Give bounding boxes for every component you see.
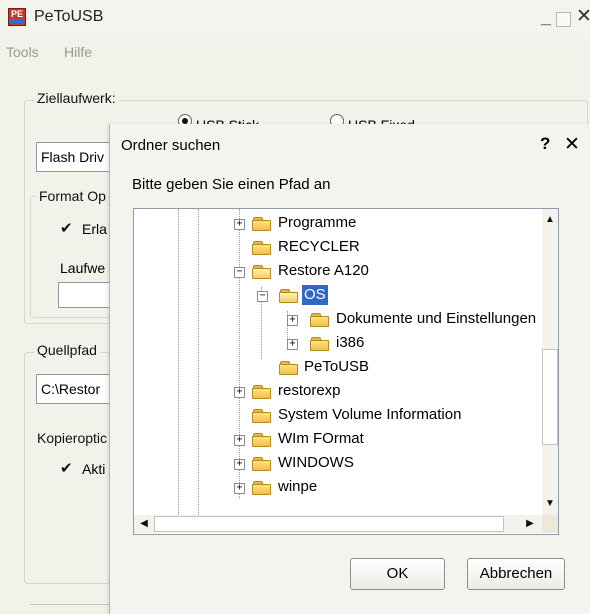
tree-item-dokumente[interactable]: + Dokumente und Einstellungen (134, 309, 542, 333)
tree-item-programme[interactable]: + Programme (134, 213, 542, 237)
browse-folder-dialog: Ordner suchen ? ✕ Bitte geben Sie einen … (109, 124, 590, 614)
expand-icon[interactable]: + (287, 339, 298, 350)
ok-button[interactable]: OK (350, 558, 445, 590)
expand-icon[interactable]: + (234, 387, 245, 398)
menu-hilfe[interactable]: Hilfe (64, 44, 92, 60)
tree-item-os[interactable]: − OS (134, 285, 542, 309)
tree-item-petousb[interactable]: PeToUSB (134, 357, 542, 381)
scrollbar-corner (542, 515, 558, 533)
tree-item-recycler[interactable]: RECYCLER (134, 237, 542, 261)
folder-open-icon (279, 289, 299, 303)
tree-item-label: System Volume Information (278, 406, 462, 423)
laufwerk-label: Laufwe (60, 260, 106, 276)
tree-item-wim-format[interactable]: + WIm FOrmat (134, 429, 542, 453)
cancel-button[interactable]: Abbrechen (467, 558, 565, 590)
dialog-close-icon[interactable]: ✕ (564, 133, 580, 156)
tree-item-label: winpe (278, 478, 318, 495)
tree-item-label: Dokumente und Einstellungen (336, 310, 537, 327)
tree-item-label: PeToUSB (304, 358, 370, 375)
quellpfad-label: Quellpfad (34, 342, 100, 358)
tree-item-restore-a120[interactable]: − Restore A120 (134, 261, 542, 285)
tree-item-winpe[interactable]: + winpe (134, 477, 542, 501)
horizontal-scrollbar[interactable]: ◀ ▶ (134, 515, 542, 533)
scroll-down-icon[interactable]: ▼ (542, 495, 558, 512)
tree-item-label: WINDOWS (278, 454, 354, 471)
tree-item-label: RECYCLER (278, 238, 360, 255)
folder-icon (252, 433, 272, 447)
tree-item-label: WIm FOrmat (278, 430, 364, 447)
folder-tree[interactable]: + Programme RECYCLER − Restore A120 − OS… (133, 208, 559, 535)
close-icon[interactable]: ✕ (574, 7, 590, 28)
scroll-right-icon[interactable]: ▶ (522, 515, 538, 532)
usb-fixed-label: USB Fixed (348, 116, 415, 124)
folder-icon (279, 361, 299, 375)
tree-item-label: i386 (336, 334, 365, 351)
expand-icon[interactable]: + (234, 459, 245, 470)
expand-icon[interactable]: + (234, 219, 245, 230)
horizontal-scroll-thumb[interactable] (154, 516, 504, 532)
menu-tools[interactable]: Tools (6, 44, 39, 60)
format-checkbox-label: Erla (82, 221, 107, 237)
tree-item-i386[interactable]: + i386 (134, 333, 542, 357)
tree-item-label: restorexp (278, 382, 341, 399)
window-title: PeToUSB (34, 8, 104, 25)
dialog-title: Ordner suchen (121, 137, 221, 154)
maximize-button[interactable] (556, 12, 571, 27)
tree-item-restorexp[interactable]: + restorexp (134, 381, 542, 405)
kopier-checkbox[interactable]: ✔ (60, 461, 74, 476)
folder-icon (310, 337, 330, 351)
kopier-checkbox-label: Akti (82, 461, 106, 477)
folder-icon (252, 217, 272, 231)
format-checkbox[interactable]: ✔ (60, 221, 74, 236)
minimize-button[interactable]: _ (536, 8, 556, 28)
folder-icon (252, 385, 272, 399)
ziellaufwerk-label: Ziellaufwerk: (34, 90, 119, 106)
tree-item-system-volume[interactable]: System Volume Information (134, 405, 542, 429)
folder-icon (252, 481, 272, 495)
usb-stick-label: USB Stick (196, 116, 259, 124)
tree-item-windows[interactable]: + WINDOWS (134, 453, 542, 477)
folder-icon (310, 313, 330, 327)
folder-icon (252, 409, 272, 423)
vertical-scroll-thumb[interactable] (542, 349, 558, 445)
scroll-up-icon[interactable]: ▲ (542, 211, 558, 228)
tree-item-label: Restore A120 (278, 262, 369, 279)
dialog-prompt: Bitte geben Sie einen Pfad an (132, 176, 331, 193)
vertical-scrollbar[interactable]: ▲ ▼ (542, 209, 558, 515)
folder-icon (252, 457, 272, 471)
expand-icon[interactable]: + (287, 315, 298, 326)
expand-icon[interactable]: + (234, 483, 245, 494)
tree-item-label: OS (302, 285, 328, 305)
bottom-divider (30, 604, 110, 605)
help-icon[interactable]: ? (540, 134, 550, 154)
tree-item-label: Programme (278, 214, 357, 231)
scroll-left-icon[interactable]: ◀ (136, 515, 152, 532)
collapse-icon[interactable]: − (257, 291, 268, 302)
collapse-icon[interactable]: − (234, 267, 245, 278)
title-bar: PE PeToUSB _ ✕ (0, 0, 590, 38)
kopieroptionen-label: Kopieroptic (34, 430, 111, 446)
folder-icon (252, 241, 272, 255)
folder-open-icon (252, 265, 272, 279)
format-options-label: Format Op (36, 188, 109, 204)
app-icon: PE (8, 8, 26, 26)
expand-icon[interactable]: + (234, 435, 245, 446)
